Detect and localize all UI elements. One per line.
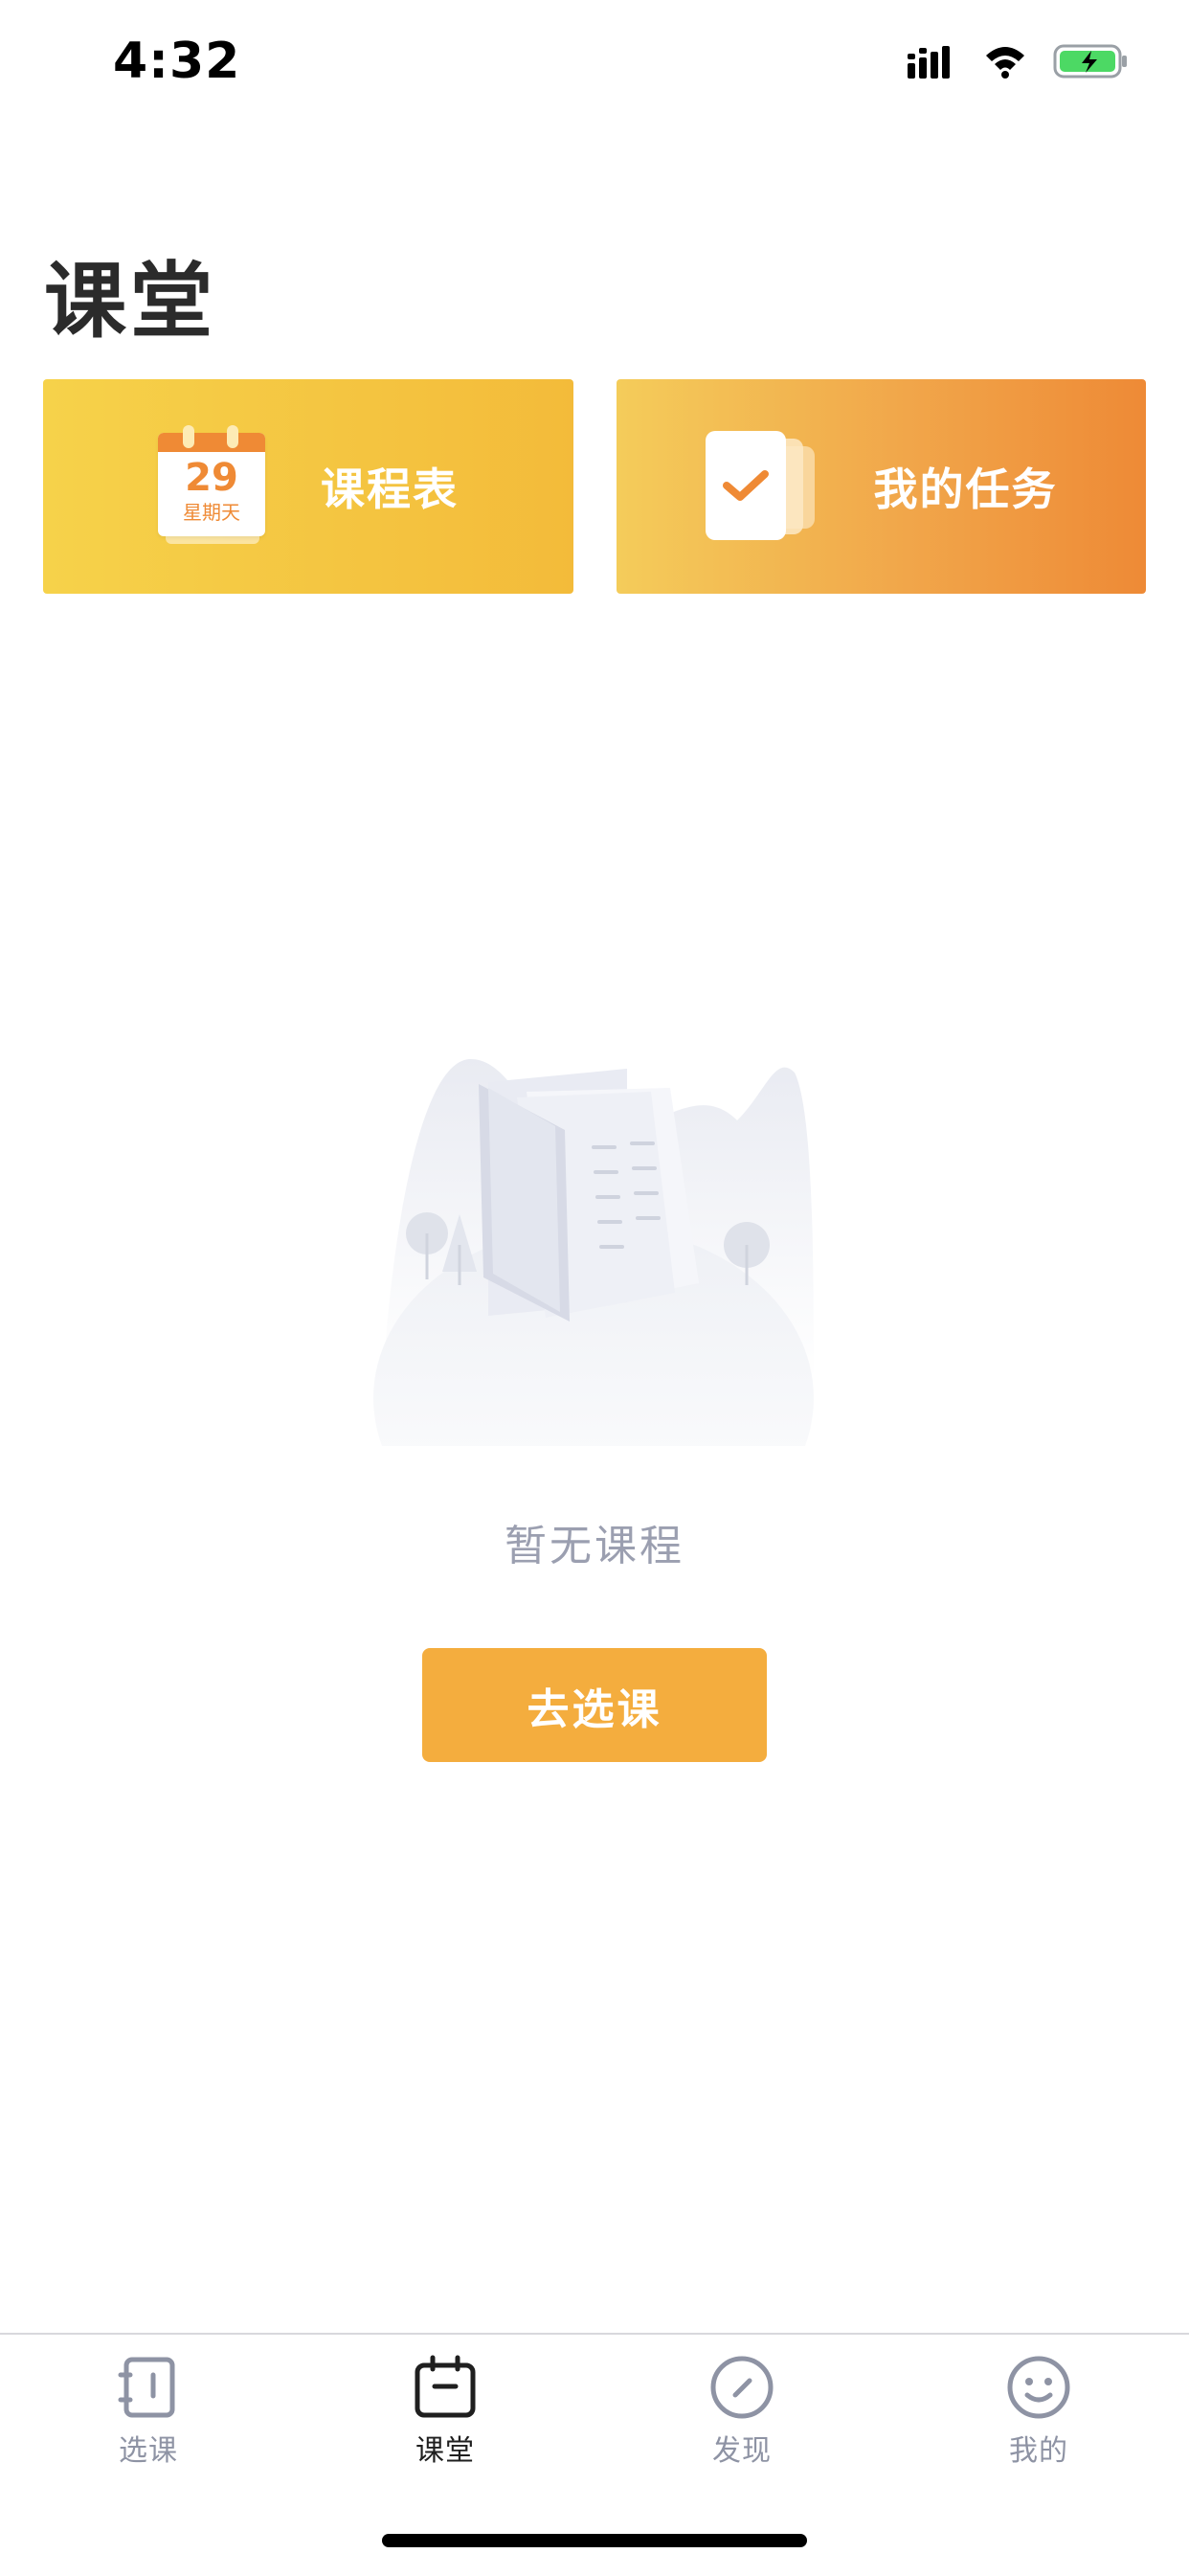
my-tasks-card[interactable]: 我的任务: [617, 379, 1146, 594]
go-select-course-button[interactable]: 去选课: [422, 1648, 767, 1762]
notebook-icon: [118, 2357, 175, 2418]
calendar-weekday: 星期天: [183, 501, 240, 524]
tab-mine[interactable]: 我的: [890, 2335, 1187, 2478]
tab-label: 选课: [119, 2434, 178, 2468]
calendar-day: 29: [185, 456, 238, 500]
tab-classroom[interactable]: 课堂: [297, 2335, 594, 2478]
schedule-card[interactable]: 29 星期天 课程表: [43, 379, 573, 594]
schedule-card-label: 课程表: [321, 463, 459, 515]
battery-icon: [1053, 42, 1130, 84]
calendar-icon: [415, 2355, 476, 2418]
compass-icon: [710, 2356, 774, 2419]
empty-books-illustration: [364, 1034, 823, 1570]
empty-state-message: 暂无课程: [505, 1522, 684, 1570]
status-time: 4:32: [113, 33, 241, 90]
task-check-icon: [705, 431, 822, 542]
smiley-icon: [1007, 2356, 1070, 2419]
calendar-icon: 29 星期天: [158, 425, 267, 548]
tab-label: 我的: [1009, 2434, 1068, 2468]
home-indicator: [382, 2534, 807, 2547]
my-tasks-card-label: 我的任务: [873, 463, 1058, 515]
wifi-icon: [982, 44, 1028, 82]
signal-icon: [908, 44, 957, 82]
tab-label: 发现: [712, 2434, 772, 2468]
tab-discover[interactable]: 发现: [594, 2335, 890, 2478]
tab-select-course[interactable]: 选课: [0, 2335, 297, 2478]
page-title: 课堂: [44, 254, 216, 350]
status-icons: [908, 42, 1130, 84]
tab-label: 课堂: [415, 2434, 475, 2468]
